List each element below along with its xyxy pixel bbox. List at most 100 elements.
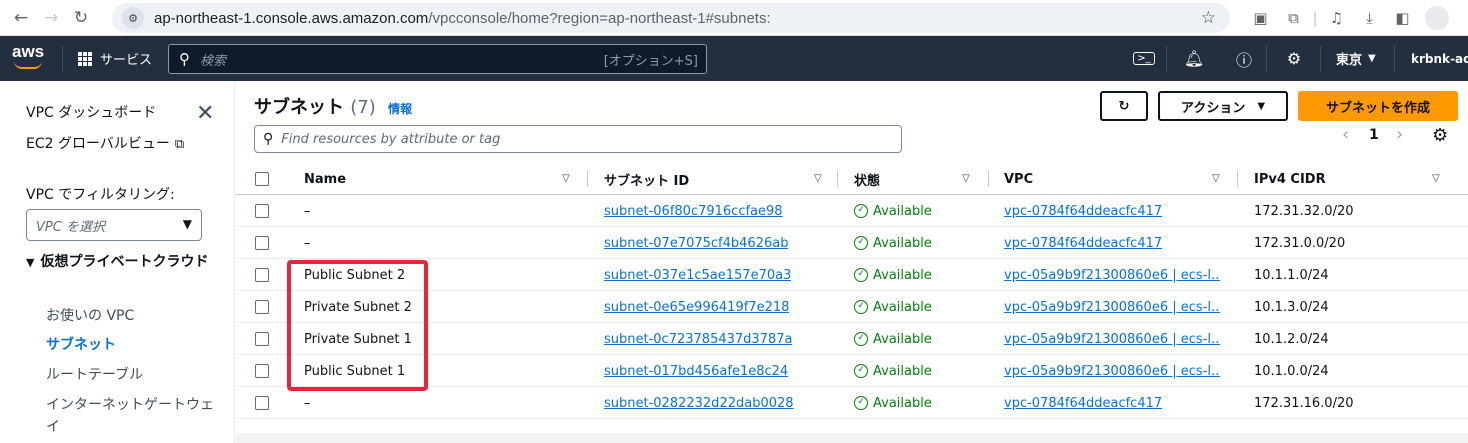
row-status: ✓ Available bbox=[854, 387, 932, 419]
filter-placeholder: Find resources by attribute or tag bbox=[281, 131, 501, 147]
media-icon[interactable]: ♫ bbox=[1320, 9, 1353, 27]
row-vpc-link[interactable]: vpc-05a9b9f21300860e6 | ecs-l... bbox=[1004, 355, 1220, 387]
sidebar-item-subnets[interactable]: サブネット bbox=[46, 334, 116, 354]
region-selector[interactable]: 東京 ▼ bbox=[1336, 36, 1376, 81]
bell-icon[interactable]: 🔔︎ bbox=[1182, 36, 1206, 81]
column-header-state[interactable]: 状態 bbox=[854, 163, 880, 195]
back-icon[interactable]: ← bbox=[6, 8, 36, 28]
aws-search-input[interactable]: ⚲ 検索 [オプション+S] bbox=[168, 44, 707, 74]
column-header-name[interactable]: Name bbox=[304, 163, 346, 195]
settings-gear-icon[interactable]: ⚙ bbox=[1282, 36, 1306, 81]
row-name: Private Subnet 1 bbox=[304, 331, 412, 347]
next-page-icon[interactable]: › bbox=[1396, 124, 1403, 145]
sidepanel-icon[interactable]: ◧ bbox=[1386, 9, 1419, 27]
refresh-button[interactable]: ↻ bbox=[1100, 91, 1148, 121]
puzzle-icon[interactable]: ⧉ bbox=[1277, 9, 1310, 27]
row-name: Public Subnet 2 bbox=[304, 267, 406, 283]
sort-icon[interactable]: ▽ bbox=[962, 173, 970, 184]
sidebar-item-dashboard[interactable]: VPC ダッシュボード bbox=[26, 102, 156, 122]
row-subnet-id-link[interactable]: subnet-07e7075cf4b4626ab bbox=[604, 227, 788, 259]
row-subnet-id-link[interactable]: subnet-0282232d22dab0028 bbox=[604, 387, 794, 419]
cloudshell-icon[interactable]: >_ bbox=[1132, 36, 1156, 81]
row-checkbox[interactable] bbox=[255, 268, 269, 282]
table-row[interactable]: Private Subnet 2 subnet-0e65e996419f7e21… bbox=[236, 291, 1468, 323]
row-checkbox[interactable] bbox=[255, 332, 269, 346]
sidebar-item-route-tables[interactable]: ルートテーブル bbox=[46, 364, 143, 384]
row-checkbox[interactable] bbox=[255, 236, 269, 250]
row-vpc-link[interactable]: vpc-05a9b9f21300860e6 | ecs-l... bbox=[1004, 259, 1220, 291]
column-header-ipv4-cidr[interactable]: IPv4 CIDR bbox=[1254, 163, 1326, 195]
row-vpc-link[interactable]: vpc-05a9b9f21300860e6 | ecs-l... bbox=[1004, 291, 1220, 323]
row-subnet-id-link[interactable]: subnet-0e65e996419f7e218 bbox=[604, 291, 789, 323]
table-row[interactable]: Public Subnet 2 subnet-037e1c5ae157e70a3… bbox=[236, 259, 1468, 291]
row-subnet-id-link[interactable]: subnet-0c723785437d3787a bbox=[604, 323, 792, 355]
checkbox[interactable] bbox=[255, 172, 269, 186]
row-vpc-link[interactable]: vpc-0784f64ddeacfc417 bbox=[1004, 195, 1220, 227]
status-text: Available bbox=[873, 299, 932, 315]
sidebar-item-ec2-global[interactable]: EC2 グローバルビュー ⧉ bbox=[26, 133, 184, 153]
ec2-global-label: EC2 グローバルビュー bbox=[26, 136, 170, 152]
check-circle-icon: ✓ bbox=[854, 268, 868, 282]
header-divider bbox=[1266, 46, 1267, 72]
download-icon[interactable]: ⤓ bbox=[1353, 9, 1386, 27]
subnets-table: Name ▽ サブネット ID ▽ 状態 ▽ VPC ▽ IPv4 CIDR ▽… bbox=[236, 163, 1468, 419]
row-checkbox[interactable] bbox=[255, 396, 269, 410]
prev-page-icon[interactable]: ‹ bbox=[1342, 124, 1349, 145]
region-label: 東京 bbox=[1336, 53, 1363, 68]
sidebar-item-igw[interactable]: インターネットゲートウェイ bbox=[46, 394, 216, 438]
sidebar-section-vpc[interactable]: ▼ 仮想プライベートクラウド bbox=[26, 251, 216, 274]
row-checkbox[interactable] bbox=[255, 204, 269, 218]
search-icon: ⚲ bbox=[179, 50, 190, 68]
page-number[interactable]: 1 bbox=[1369, 127, 1379, 143]
table-row[interactable]: – subnet-06f80c7916ccfae98 ✓ Available vp… bbox=[236, 195, 1468, 227]
aws-logo[interactable]: aws bbox=[12, 43, 46, 71]
create-subnet-button[interactable]: サブネットを作成 bbox=[1298, 91, 1458, 121]
status-text: Available bbox=[873, 395, 932, 411]
search-placeholder: 検索 bbox=[200, 53, 227, 69]
sort-icon[interactable]: ▽ bbox=[1212, 173, 1220, 184]
aws-logo-smile bbox=[14, 61, 42, 69]
row-vpc-link[interactable]: vpc-0784f64ddeacfc417 bbox=[1004, 227, 1220, 259]
bookmark-star-icon[interactable]: ☆ bbox=[1201, 8, 1216, 28]
row-vpc-link[interactable]: vpc-0784f64ddeacfc417 bbox=[1004, 387, 1220, 419]
actions-button[interactable]: アクション ▼ bbox=[1158, 91, 1288, 121]
row-name: Private Subnet 2 bbox=[304, 299, 412, 315]
account-menu[interactable]: krbnk-adm bbox=[1411, 36, 1468, 81]
aws-header: aws サービス ⚲ 検索 [オプション+S] >_ 🔔︎ ⓘ ⚙ 東京 ▼ kr… bbox=[0, 36, 1468, 81]
sort-icon[interactable]: ▽ bbox=[1432, 173, 1440, 184]
row-checkbox[interactable] bbox=[255, 300, 269, 314]
profile-avatar[interactable] bbox=[1425, 6, 1449, 30]
preferences-gear-icon[interactable]: ⚙ bbox=[1432, 125, 1448, 146]
table-row[interactable]: – subnet-0282232d22dab0028 ✓ Available vp… bbox=[236, 387, 1468, 419]
forward-icon[interactable]: → bbox=[36, 8, 66, 28]
row-subnet-id-link[interactable]: subnet-017bd456afe1e8c24 bbox=[604, 355, 788, 387]
column-header-subnet-id[interactable]: サブネット ID bbox=[604, 163, 689, 195]
close-icon[interactable]: ✕ bbox=[196, 101, 214, 126]
address-bar[interactable]: ⚙ ap-northeast-1.console.aws.amazon.com/… bbox=[112, 3, 1230, 33]
row-checkbox[interactable] bbox=[255, 364, 269, 378]
extension-icon[interactable]: ▣ bbox=[1244, 9, 1277, 27]
sidebar-item-your-vpcs[interactable]: お使いの VPC bbox=[46, 305, 134, 325]
table-row[interactable]: Public Subnet 1 subnet-017bd456afe1e8c24… bbox=[236, 355, 1468, 387]
column-separator bbox=[1237, 171, 1238, 187]
table-row[interactable]: Private Subnet 1 subnet-0c723785437d3787… bbox=[236, 323, 1468, 355]
select-all-checkbox[interactable] bbox=[255, 163, 269, 195]
row-vpc-link[interactable]: vpc-05a9b9f21300860e6 | ecs-l... bbox=[1004, 323, 1220, 355]
row-subnet-id-link[interactable]: subnet-06f80c7916ccfae98 bbox=[604, 195, 783, 227]
header-divider bbox=[1394, 46, 1395, 72]
check-circle-icon: ✓ bbox=[854, 300, 868, 314]
reload-icon[interactable]: ↻ bbox=[66, 8, 96, 28]
sort-icon[interactable]: ▽ bbox=[562, 173, 570, 184]
info-link[interactable]: 情報 bbox=[388, 102, 412, 116]
services-menu[interactable]: サービス bbox=[78, 36, 152, 81]
vpc-filter-select[interactable]: VPC を選択 ▼ bbox=[26, 209, 202, 241]
sort-icon[interactable]: ▽ bbox=[814, 173, 822, 184]
column-header-vpc[interactable]: VPC bbox=[1004, 163, 1033, 195]
browser-nav: ← → ↻ bbox=[6, 8, 96, 28]
status-text: Available bbox=[873, 203, 932, 219]
help-icon[interactable]: ⓘ bbox=[1232, 36, 1256, 81]
site-info-icon[interactable]: ⚙ bbox=[122, 7, 144, 29]
resource-filter-input[interactable]: ⚲ Find resources by attribute or tag bbox=[254, 125, 902, 153]
table-row[interactable]: – subnet-07e7075cf4b4626ab ✓ Available vp… bbox=[236, 227, 1468, 259]
row-subnet-id-link[interactable]: subnet-037e1c5ae157e70a3 bbox=[604, 259, 791, 291]
